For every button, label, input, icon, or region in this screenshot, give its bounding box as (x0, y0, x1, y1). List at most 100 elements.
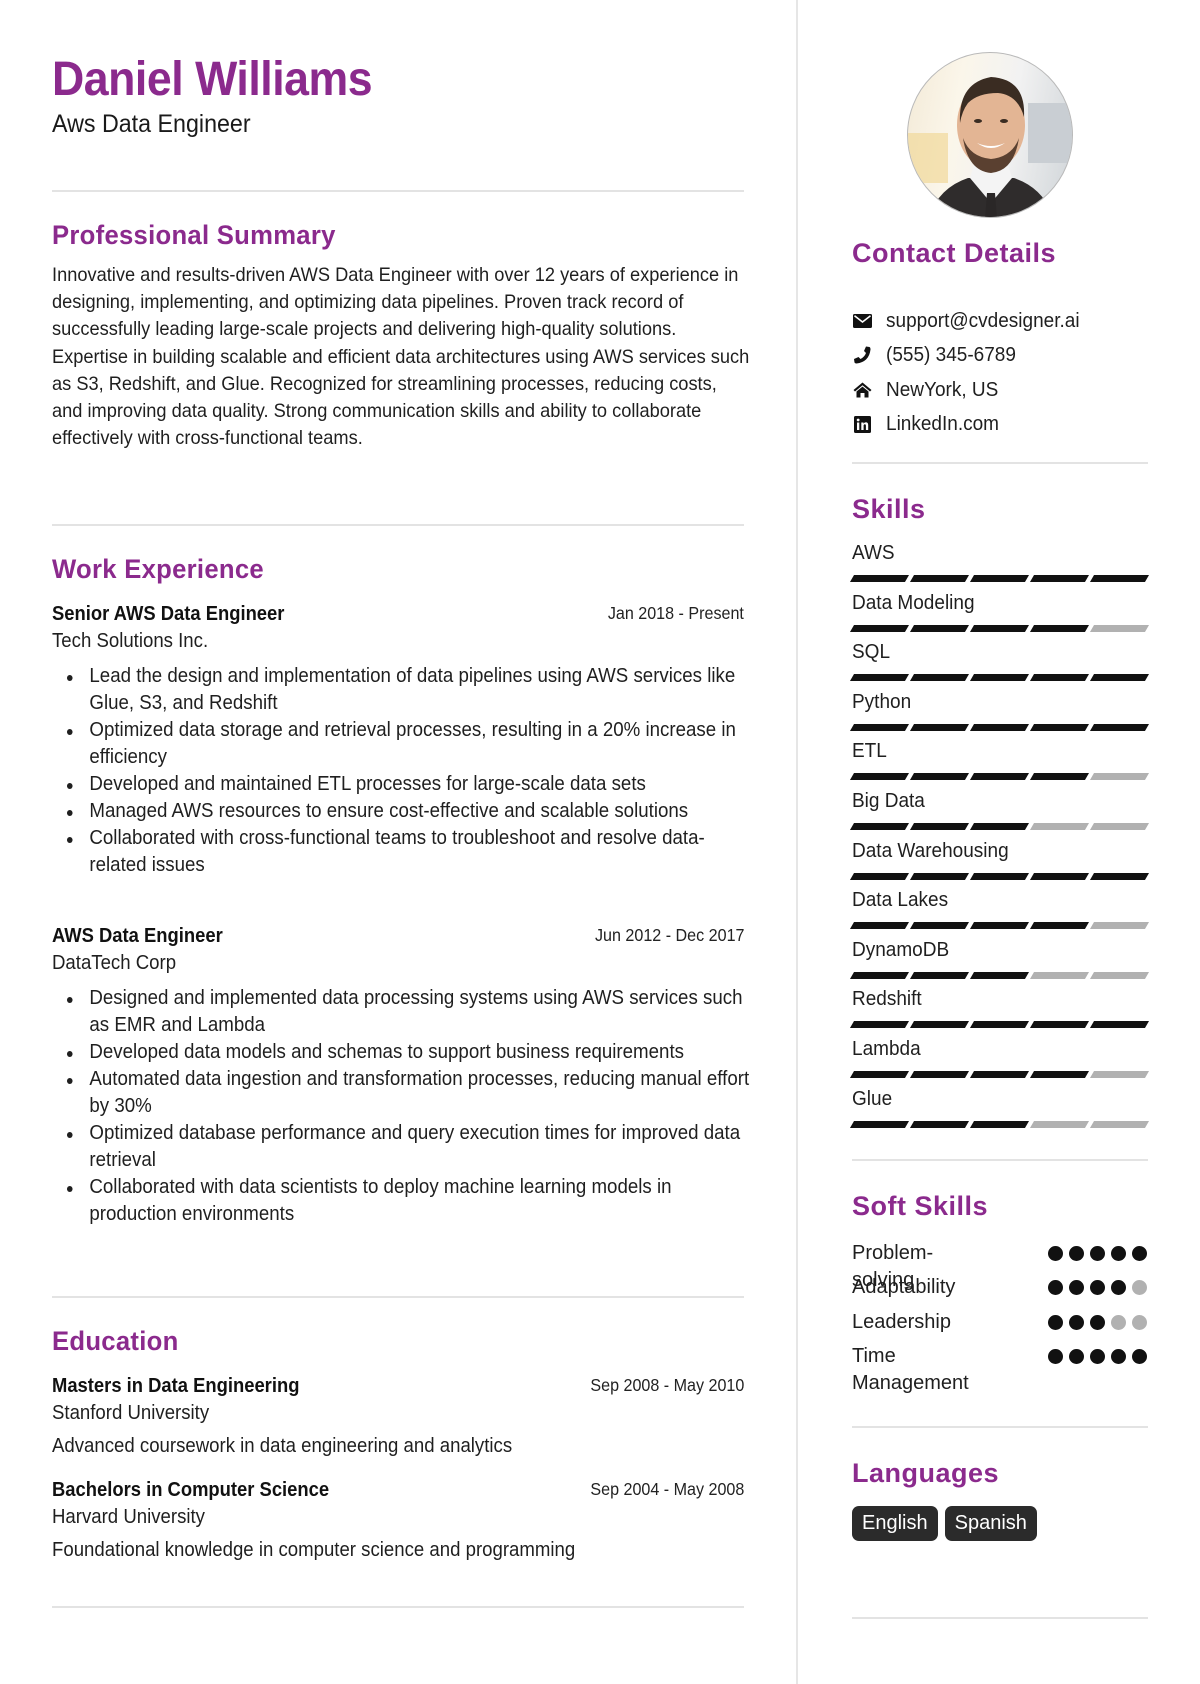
skill-segment-filled (909, 1021, 970, 1029)
skill-segment-filled (849, 872, 910, 880)
skill-segment-empty (1089, 1120, 1150, 1128)
skills-heading: Skills (852, 494, 926, 524)
skill-segment-filled (1089, 1021, 1150, 1029)
header-divider (52, 190, 744, 192)
skill-name: Glue (852, 1087, 893, 1110)
skill-level-bar (849, 723, 1150, 731)
skill-name: Lambda (852, 1038, 921, 1060)
skill-name: Big Data (852, 790, 925, 812)
skill-segment-empty (1089, 823, 1150, 830)
job-bullet: Lead the design and implementation of da… (52, 663, 751, 717)
skill-segment-filled (849, 922, 910, 930)
skill-segment-filled (909, 1120, 970, 1128)
candidate-title: Aws Data Engineer (52, 110, 251, 138)
rating-dot-filled (1069, 1246, 1084, 1261)
skill-segment-filled (849, 773, 910, 781)
skill-segment-empty (1029, 971, 1090, 979)
skill-item: Lambda (849, 1038, 1150, 1088)
skill-segment-filled (909, 773, 970, 781)
skill-level-bar (849, 624, 1150, 632)
contact-phone[interactable]: (555) 345-6789 (852, 342, 1023, 368)
skill-segment-filled (909, 922, 970, 930)
rating-dot-filled (1111, 1349, 1126, 1364)
rating-dot-filled (1048, 1280, 1063, 1295)
summary-text: Innovative and results-driven AWS Data E… (52, 264, 750, 450)
skill-segment-filled (969, 872, 1030, 880)
soft-skill-rating (1048, 1315, 1147, 1330)
soft-skill-rating (1048, 1349, 1147, 1364)
skill-segment-filled (969, 823, 1030, 830)
job-bullet: Developed and maintained ETL processes f… (52, 771, 751, 798)
rating-dot-filled (1090, 1349, 1105, 1364)
skill-item: DynamoDB (849, 939, 1150, 989)
summary-divider (52, 524, 744, 526)
skill-segment-filled (849, 971, 910, 979)
degree: Bachelors in Computer Science (52, 1479, 330, 1501)
skill-name: Redshift (852, 988, 922, 1011)
phone-icon (852, 345, 872, 365)
skill-segment-filled (849, 1021, 910, 1029)
skill-segment-filled (1029, 1071, 1090, 1078)
skill-name: Data Modeling (852, 591, 975, 614)
experience-heading: Work Experience (52, 554, 264, 584)
skill-segment-filled (969, 773, 1030, 781)
home-icon (852, 380, 872, 400)
skill-segment-filled (849, 823, 910, 830)
languages-list: English Spanish (852, 1506, 1037, 1541)
skill-item: Big Data (849, 790, 1150, 840)
skill-item: Python (849, 691, 1150, 741)
contact-email[interactable]: support@cvdesigner.ai (852, 308, 1090, 334)
summary-heading: Professional Summary (52, 220, 336, 250)
contact-linkedin[interactable]: LinkedIn.com (852, 411, 1005, 437)
candidate-name: Daniel Williams (52, 53, 373, 106)
skill-item: AWS (849, 542, 1150, 592)
profile-photo (907, 52, 1073, 218)
skill-segment-filled (969, 1071, 1030, 1078)
skill-segment-filled (849, 624, 910, 632)
skill-item: Glue (849, 1087, 1150, 1138)
skills-divider (852, 1159, 1148, 1161)
resume-page: Daniel Williams Aws Data Engineer Profes… (0, 0, 1200, 1684)
skill-segment-empty (1029, 823, 1090, 830)
education-divider (52, 1606, 744, 1608)
skill-segment-filled (969, 624, 1030, 632)
contact-email-text: support@cvdesigner.ai (886, 309, 1080, 332)
skill-segment-filled (1029, 1021, 1090, 1029)
skill-segment-filled (1029, 723, 1090, 731)
skill-segment-filled (1029, 624, 1090, 632)
job-dates: Jan 2018 - Present (607, 603, 744, 623)
languages-divider (852, 1617, 1148, 1619)
soft-skill-name: Leadership (852, 1311, 951, 1333)
skill-name: ETL (852, 740, 887, 763)
education-dates: Sep 2008 - May 2010 (590, 1375, 744, 1395)
skill-segment-filled (1089, 723, 1150, 731)
skill-name: SQL (852, 641, 891, 664)
job-company: Tech Solutions Inc. (52, 630, 209, 652)
skill-item: SQL (849, 641, 1150, 691)
skill-segment-filled (1089, 872, 1150, 880)
skill-level-bar (849, 674, 1150, 682)
rating-dot-filled (1048, 1315, 1063, 1330)
rating-dot-filled (1111, 1246, 1126, 1261)
linkedin-icon (852, 414, 872, 434)
skill-name: AWS (852, 542, 895, 564)
skill-level-bar (849, 971, 1150, 979)
skill-segment-empty (1029, 1120, 1090, 1128)
skill-level-bar (849, 1071, 1150, 1078)
skill-item: Data Lakes (849, 889, 1150, 939)
rating-dot-filled (1132, 1246, 1147, 1261)
skill-segment-filled (1029, 773, 1090, 781)
job-bullet: Collaborated with data scientists to dep… (52, 1174, 751, 1228)
job-bullet: Designed and implemented data processing… (52, 985, 751, 1039)
education-description: Foundational knowledge in computer scien… (52, 1539, 576, 1561)
skill-segment-filled (1029, 575, 1090, 582)
skill-segment-empty (1089, 624, 1150, 632)
rating-dot-empty (1132, 1280, 1147, 1295)
column-divider (796, 0, 798, 1684)
skill-segment-filled (849, 723, 910, 731)
skill-segment-filled (909, 872, 970, 880)
skill-segment-filled (909, 674, 970, 682)
skill-segment-filled (909, 723, 970, 731)
rating-dot-filled (1090, 1246, 1105, 1261)
soft-skill-rating (1048, 1246, 1147, 1261)
